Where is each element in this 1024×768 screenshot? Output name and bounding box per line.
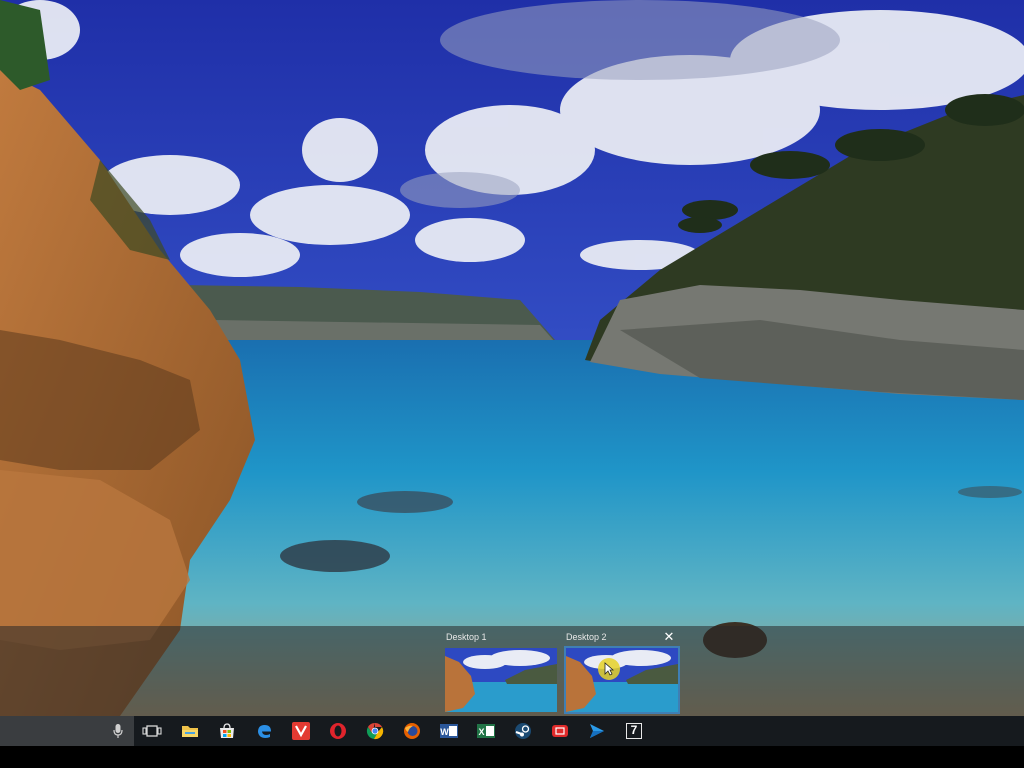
- seven-app-icon[interactable]: 7: [624, 721, 644, 741]
- store-icon[interactable]: [217, 721, 237, 741]
- seven-app-label: 7: [626, 723, 642, 739]
- mouse-cursor-icon: [604, 662, 614, 676]
- desktop-2-thumbnail[interactable]: [564, 646, 680, 714]
- desktop-wallpaper: [0, 0, 1024, 716]
- excel-icon[interactable]: X: [476, 721, 496, 741]
- svg-text:W: W: [440, 727, 449, 737]
- firefox-icon[interactable]: [402, 721, 422, 741]
- microphone-icon[interactable]: [112, 722, 124, 740]
- file-explorer-icon[interactable]: [180, 721, 200, 741]
- opera-icon[interactable]: [328, 721, 348, 741]
- steam-icon[interactable]: [513, 721, 533, 741]
- video-app-icon[interactable]: [550, 721, 570, 741]
- edge-icon[interactable]: [254, 721, 274, 741]
- word-icon[interactable]: W: [439, 721, 459, 741]
- desktop-2-label: Desktop 2: [566, 632, 607, 642]
- svg-text:X: X: [478, 727, 484, 737]
- desktop-1-thumbnail[interactable]: [445, 648, 557, 712]
- vivaldi-icon[interactable]: [291, 721, 311, 741]
- close-desktop-button[interactable]: ✕: [662, 630, 676, 644]
- screen-border: [0, 746, 1024, 768]
- arrow-app-icon[interactable]: [587, 721, 607, 741]
- chrome-icon[interactable]: [365, 721, 385, 741]
- task-view-icon[interactable]: [142, 721, 162, 741]
- desktop-1-label: Desktop 1: [446, 632, 487, 642]
